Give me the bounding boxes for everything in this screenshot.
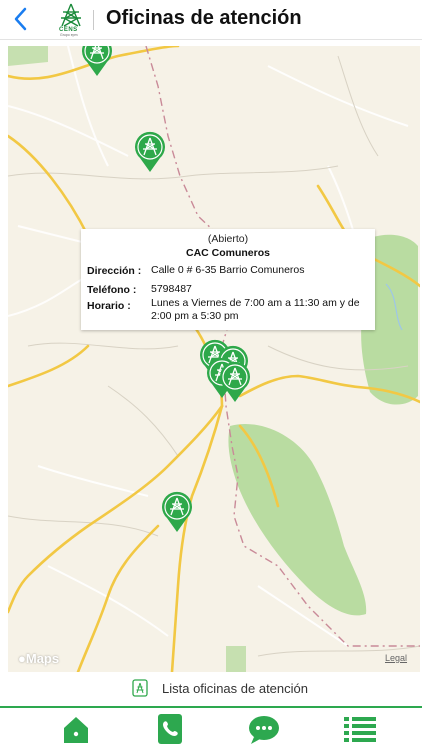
hours-value: Lunes a Viernes de 7:00 am a 11:30 am y … bbox=[151, 297, 360, 322]
electric-tower-icon bbox=[135, 131, 165, 172]
back-chevron-icon[interactable] bbox=[8, 4, 34, 34]
phone-label: Teléfono : bbox=[87, 284, 137, 296]
office-list-link[interactable]: Lista oficinas de atención bbox=[0, 676, 422, 702]
map-view[interactable] bbox=[8, 46, 420, 672]
callout-office-name: CAC Comuneros bbox=[185, 247, 270, 259]
bottom-tab-bar bbox=[0, 706, 422, 750]
address-label: Dirección : bbox=[87, 265, 142, 277]
top-bar: CENS Grupo epm Oficinas de atención bbox=[0, 0, 422, 40]
office-pin[interactable] bbox=[216, 358, 254, 404]
phone-value[interactable]: 5798487 bbox=[151, 283, 373, 296]
office-pin[interactable] bbox=[131, 128, 169, 174]
office-pin[interactable] bbox=[78, 46, 116, 78]
legal-link[interactable]: Legal bbox=[385, 653, 407, 663]
chat-icon[interactable] bbox=[246, 711, 282, 747]
office-list-label: Lista oficinas de atención bbox=[162, 681, 308, 696]
maps-brand-text: Maps bbox=[25, 651, 60, 666]
hours-label: Horario : bbox=[87, 300, 131, 312]
title-divider bbox=[93, 10, 94, 30]
page-title: Oficinas de atención bbox=[106, 7, 302, 29]
address-value: Calle 0 # 6-35 Barrio Comuneros bbox=[151, 264, 305, 276]
office-pin[interactable] bbox=[158, 488, 196, 534]
apple-logo-icon: ● bbox=[18, 651, 26, 666]
home-icon[interactable] bbox=[58, 711, 94, 747]
electric-tower-icon bbox=[162, 491, 192, 532]
tower-list-icon bbox=[132, 679, 148, 697]
electric-tower-icon bbox=[82, 46, 112, 76]
list-icon[interactable] bbox=[342, 711, 378, 747]
logo-subtext: Grupo epm bbox=[60, 33, 78, 37]
electric-tower-icon bbox=[220, 361, 250, 402]
office-callout[interactable]: (Abierto) CAC Comuneros Dirección : Call… bbox=[81, 229, 375, 330]
callout-status: (Abierto) bbox=[207, 233, 249, 245]
apple-maps-logo: ●Maps bbox=[18, 651, 59, 666]
phone-icon[interactable] bbox=[152, 711, 188, 747]
